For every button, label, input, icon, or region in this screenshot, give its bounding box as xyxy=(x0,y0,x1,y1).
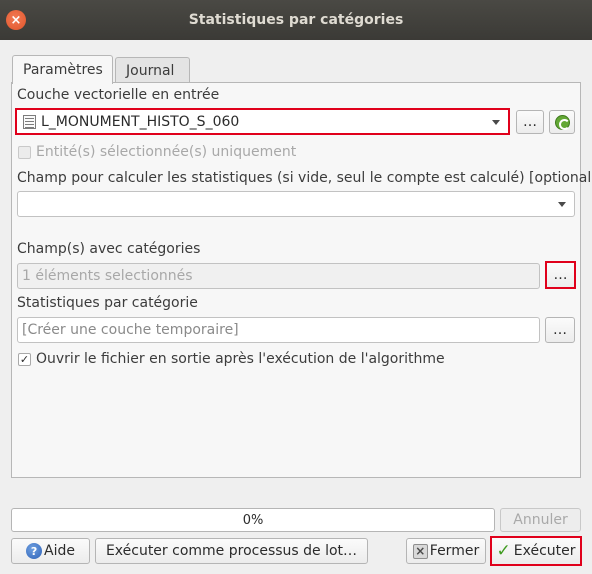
category-fields-input[interactable]: 1 éléments selectionnés xyxy=(17,263,540,289)
output-browse-button[interactable]: … xyxy=(545,317,575,343)
input-layer-label: Couche vectorielle en entrée xyxy=(17,87,220,103)
progress-text: 0% xyxy=(242,513,264,528)
category-fields-browse-button[interactable]: … xyxy=(545,261,576,289)
stat-field-label: Champ pour calculer les statistiques (si… xyxy=(17,170,592,186)
run-button[interactable]: ✓ Exécuter xyxy=(490,536,582,566)
open-output-label: Ouvrir le fichier en sortie après l'exéc… xyxy=(36,351,445,367)
tab-journal[interactable]: Journal xyxy=(115,57,190,84)
table-layer-icon xyxy=(23,115,36,129)
tab-parametres[interactable]: Paramètres xyxy=(12,55,113,84)
category-fields-browse-label: … xyxy=(553,267,568,283)
help-button[interactable]: ? Aide xyxy=(11,538,90,564)
cancel-progress-button[interactable]: Annuler xyxy=(500,508,581,532)
refresh-layer-button[interactable] xyxy=(549,110,575,134)
input-layer-browse-button[interactable]: … xyxy=(516,110,544,134)
output-browse-label: … xyxy=(553,322,567,338)
close-button-label: Fermer xyxy=(429,543,480,559)
close-button[interactable]: × Fermer xyxy=(406,538,486,564)
selected-only-label: Entité(s) sélectionnée(s) uniquement xyxy=(36,144,297,160)
chevron-down-icon[interactable] xyxy=(492,120,500,125)
chevron-down-icon[interactable] xyxy=(558,202,566,207)
input-layer-value: L_MONUMENT_HISTO_S_060 xyxy=(41,114,240,130)
output-placeholder: [Créer une couche temporaire] xyxy=(22,322,239,338)
category-fields-value: 1 éléments selectionnés xyxy=(22,268,193,284)
cancel-progress-label: Annuler xyxy=(513,512,568,528)
cancel-icon: × xyxy=(412,543,428,559)
tab-parametres-label: Paramètres xyxy=(23,62,103,78)
batch-process-button[interactable]: Exécuter comme processus de lot… xyxy=(95,538,368,564)
run-button-label: Exécuter xyxy=(513,543,576,559)
output-input[interactable]: [Créer une couche temporaire] xyxy=(17,317,540,343)
tab-journal-label: Journal xyxy=(126,63,175,79)
input-layer-combo[interactable]: L_MONUMENT_HISTO_S_060 xyxy=(15,108,510,135)
input-layer-browse-label: … xyxy=(523,114,537,130)
stat-field-combo[interactable] xyxy=(17,191,575,217)
refresh-icon xyxy=(554,114,570,130)
selected-only-checkbox[interactable] xyxy=(18,146,31,159)
progress-bar: 0% xyxy=(11,508,495,532)
check-icon: ✓ xyxy=(19,353,30,366)
batch-process-label: Exécuter comme processus de lot… xyxy=(105,543,358,559)
window-title: Statistiques par catégories xyxy=(188,12,404,28)
help-icon: ? xyxy=(26,543,43,559)
check-icon: ✓ xyxy=(496,541,511,561)
open-output-checkbox[interactable]: ✓ xyxy=(18,353,31,366)
help-button-label: Aide xyxy=(44,543,75,559)
title-bar: × Statistiques par catégories xyxy=(0,0,592,40)
category-fields-label: Champ(s) avec catégories xyxy=(17,241,201,257)
output-label: Statistiques par catégorie xyxy=(17,295,198,311)
